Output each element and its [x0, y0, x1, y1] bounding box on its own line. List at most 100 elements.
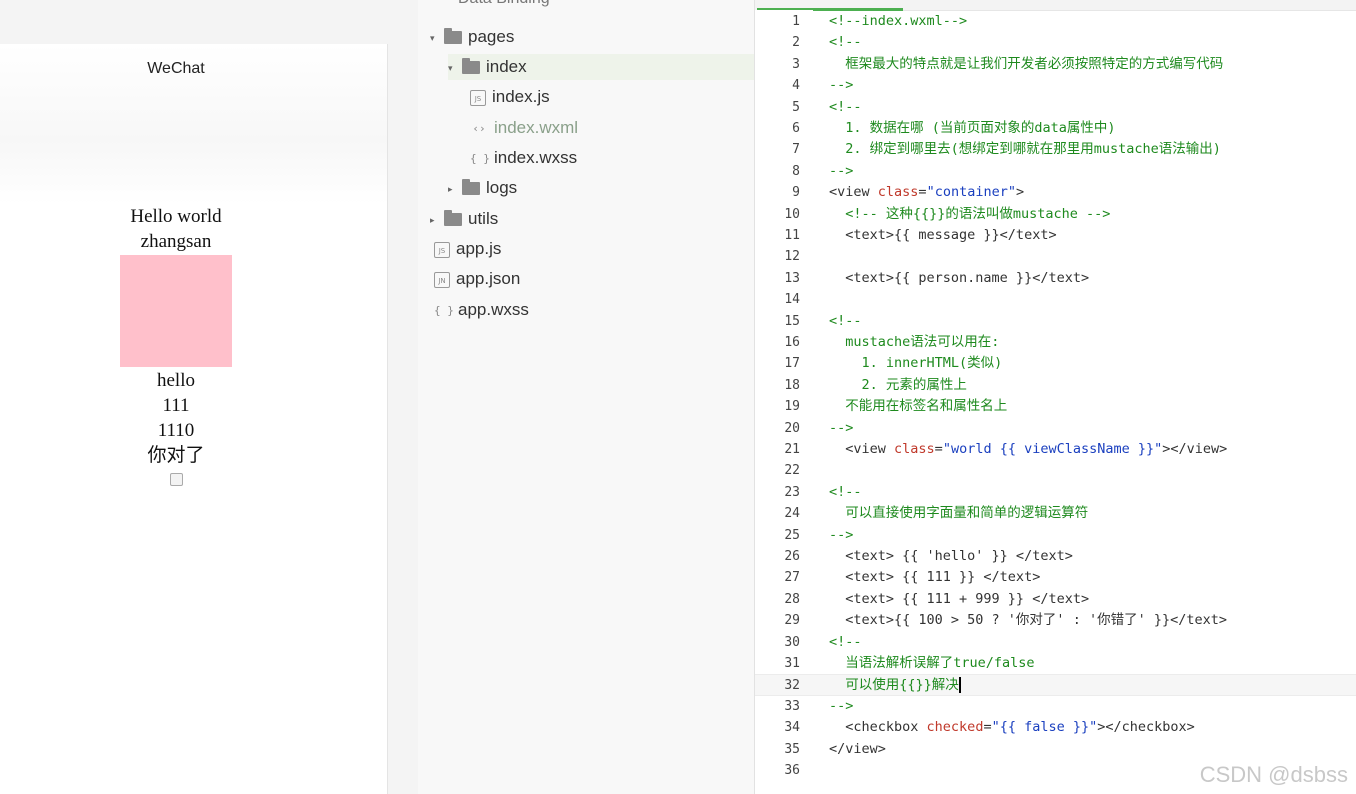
code-line[interactable]: 11 <text>{{ message }}</text>: [755, 225, 1356, 246]
code-line[interactable]: 19 不能用在标签名和属性名上: [755, 396, 1356, 417]
code-text: <!-- 这种{{}}的语法叫做mustache -->: [829, 204, 1110, 225]
code-line[interactable]: 21 <view class="world {{ viewClassName }…: [755, 439, 1356, 460]
code-line[interactable]: 14: [755, 289, 1356, 310]
code-text: <text> {{ 'hello' }} </text>: [829, 546, 1073, 567]
code-line[interactable]: 1 <!--index.wxml-->: [755, 11, 1356, 32]
line-number: 2: [792, 35, 800, 51]
code-text: 1. 数据在哪 (当前页面对象的data属性中): [829, 118, 1115, 139]
explorer-item-index[interactable]: ▾ index: [448, 54, 754, 80]
explorer-item-label: app.wxss: [458, 300, 529, 319]
code-line[interactable]: 12: [755, 246, 1356, 267]
explorer-item-utils[interactable]: ▸ utils: [430, 206, 498, 232]
code-text: <view class="world {{ viewClassName }}">…: [829, 439, 1227, 460]
chevron-down-icon[interactable]: ▾: [430, 25, 440, 51]
code-line[interactable]: 29 <text>{{ 100 > 50 ? '你对了' : '你错了' }}<…: [755, 610, 1356, 631]
folder-icon: [462, 179, 480, 196]
code-token: <!--: [829, 483, 862, 500]
line-number: 15: [784, 313, 800, 329]
code-token: <text>{{ 100 > 50 ? '你对了' : '你错了' }}</te…: [829, 612, 1227, 629]
code-line[interactable]: 32 可以使用{{}}解决: [755, 674, 1356, 696]
code-line[interactable]: 10 <!-- 这种{{}}的语法叫做mustache -->: [755, 204, 1356, 225]
phone-screen: WeChat Hello world zhangsan hello 111 11…: [0, 44, 388, 794]
code-line[interactable]: 4 -->: [755, 75, 1356, 96]
explorer-item-app-js[interactable]: JS app.js: [434, 236, 501, 262]
code-line[interactable]: 8 -->: [755, 161, 1356, 182]
folder-icon: [444, 210, 462, 227]
code-line[interactable]: 16 mustache语法可以用在:: [755, 332, 1356, 353]
unchecked-checkbox[interactable]: [169, 473, 183, 486]
code-line[interactable]: 35 </view>: [755, 739, 1356, 760]
code-line[interactable]: 5 <!--: [755, 97, 1356, 118]
code-token: 不能用在标签名和属性名上: [829, 398, 1008, 415]
explorer-item-label: pages: [468, 27, 515, 46]
code-line[interactable]: 31 当语法解析误解了true/false: [755, 653, 1356, 674]
line-number: 14: [784, 292, 800, 308]
explorer-item-label: index.js: [492, 87, 550, 106]
folder-icon: [462, 58, 480, 75]
explorer-header: Data Binding: [458, 0, 550, 8]
explorer-item-app-wxss[interactable]: { } app.wxss: [434, 297, 529, 323]
code-line[interactable]: 33 -->: [755, 696, 1356, 717]
code-text: <view class="container">: [829, 182, 1024, 203]
code-text: -->: [829, 525, 853, 546]
explorer-item-index-wxml[interactable]: ‹› index.wxml: [470, 115, 578, 141]
code-editor[interactable]: 1 <!--index.wxml--> 2 <!-- 3 框架最大的特点就是让我们开发者…: [755, 0, 1356, 794]
line-number: 33: [784, 698, 800, 714]
code-text: <checkbox checked="{{ false }}"></checkb…: [829, 717, 1195, 738]
code-line[interactable]: 28 <text> {{ 111 + 999 }} </text>: [755, 589, 1356, 610]
line-number: 20: [784, 420, 800, 436]
line-number: 16: [784, 335, 800, 350]
code-token: 1. innerHTML(类似): [829, 355, 1003, 372]
code-line[interactable]: 15 <!--: [755, 311, 1356, 332]
code-line[interactable]: 25 -->: [755, 525, 1356, 546]
code-line[interactable]: 6 1. 数据在哪 (当前页面对象的data属性中): [755, 118, 1356, 139]
code-token: <!--: [829, 312, 862, 329]
code-text: </view>: [829, 739, 886, 760]
code-line[interactable]: 13 <text>{{ person.name }}</text>: [755, 268, 1356, 289]
code-line[interactable]: 18 2. 元素的属性上: [755, 375, 1356, 396]
code-text: 2. 绑定到哪里去(想绑定到哪就在那里用mustache语法输出): [829, 139, 1221, 160]
line-number: 21: [784, 442, 800, 457]
code-text: <!--index.wxml-->: [829, 11, 967, 32]
code-text: 1. innerHTML(类似): [829, 353, 1003, 374]
code-line[interactable]: 9 <view class="container">: [755, 182, 1356, 203]
code-token: <text> {{ 111 + 999 }} </text>: [829, 590, 1090, 607]
code-line[interactable]: 3 框架最大的特点就是让我们开发者必须按照特定的方式编写代码: [755, 54, 1356, 75]
chevron-right-icon[interactable]: ▸: [430, 207, 440, 233]
code-token: 可以使用{{}}解决: [829, 677, 959, 694]
code-line[interactable]: 22: [755, 460, 1356, 481]
explorer-item-label: logs: [486, 178, 518, 197]
js-file-icon: JS: [470, 89, 486, 106]
code-token: <checkbox: [829, 719, 927, 736]
hello-text: hello: [157, 370, 195, 391]
line-number: 8: [792, 163, 800, 179]
code-line[interactable]: 17 1. innerHTML(类似): [755, 353, 1356, 374]
code-text: <text>{{ 100 > 50 ? '你对了' : '你错了' }}</te…: [829, 610, 1227, 631]
chevron-right-icon[interactable]: ▸: [448, 176, 458, 202]
code-line[interactable]: 7 2. 绑定到哪里去(想绑定到哪就在那里用mustache语法输出): [755, 139, 1356, 160]
code-line[interactable]: 23 <!--: [755, 482, 1356, 503]
code-token: <text> {{ 111 }} </text>: [829, 569, 1041, 586]
line-number: 19: [784, 399, 800, 415]
explorer-item-logs[interactable]: ▸ logs: [448, 175, 517, 201]
code-line[interactable]: 24 可以直接使用字面量和简单的逻辑运算符: [755, 503, 1356, 524]
person-name-text: zhangsan: [140, 231, 212, 252]
code-line[interactable]: 26 <text> {{ 'hello' }} </text>: [755, 546, 1356, 567]
code-token: =: [918, 184, 927, 201]
explorer-item-index-js[interactable]: JS index.js: [470, 84, 550, 110]
chevron-down-icon[interactable]: ▾: [448, 55, 458, 81]
code-token: <text> {{ 'hello' }} </text>: [829, 548, 1073, 564]
explorer-item-index-wxss[interactable]: { } index.wxss: [470, 145, 577, 171]
code-token: =: [983, 719, 992, 736]
line-number: 1: [792, 14, 800, 29]
code-line[interactable]: 34 <checkbox checked="{{ false }}"></che…: [755, 717, 1356, 738]
code-line[interactable]: 30 <!--: [755, 632, 1356, 653]
code-token: <view: [829, 184, 878, 201]
code-line[interactable]: 27 <text> {{ 111 }} </text>: [755, 567, 1356, 588]
explorer-item-app-json[interactable]: JN app.json: [434, 266, 520, 292]
code-text: -->: [829, 161, 853, 182]
code-line[interactable]: 2 <!--: [755, 32, 1356, 53]
code-token: -->: [829, 162, 854, 179]
code-line[interactable]: 20 -->: [755, 418, 1356, 439]
explorer-item-pages[interactable]: ▾ pages: [430, 24, 514, 50]
